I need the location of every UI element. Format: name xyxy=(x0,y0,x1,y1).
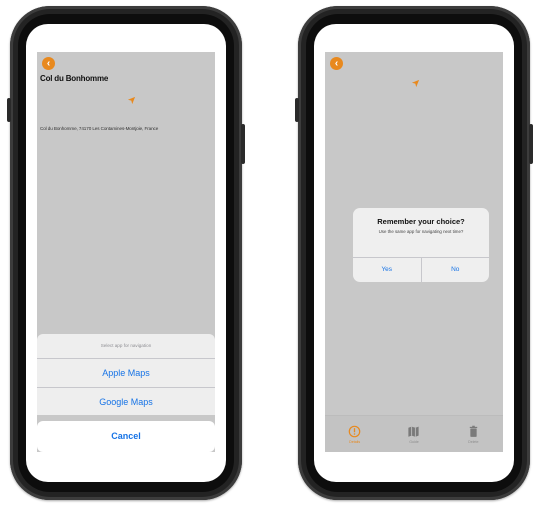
tab-bar: Details Guide Delete xyxy=(325,415,503,452)
back-button[interactable]: ‹ xyxy=(42,57,55,70)
power-button xyxy=(241,124,245,164)
action-sheet: Select app for navigation Apple Maps Goo… xyxy=(37,334,215,452)
place-detail-view: ‹ Remember your choice? Use the same app… xyxy=(325,52,503,452)
map-icon xyxy=(408,426,420,437)
tab-details[interactable]: Details xyxy=(325,416,384,452)
phone-left: ‹ Col du Bonhomme Col du Bonhomme, 74170… xyxy=(7,6,245,500)
tab-label: Guide xyxy=(409,439,419,444)
cancel-button[interactable]: Cancel xyxy=(37,421,215,452)
screen-left: ‹ Col du Bonhomme Col du Bonhomme, 74170… xyxy=(26,24,226,482)
action-sheet-header: Select app for navigation xyxy=(37,334,215,359)
screen-right: ‹ Remember your choice? Use the same app… xyxy=(314,24,514,482)
alert-title: Remember your choice? xyxy=(377,217,465,226)
alert-buttons: Yes No xyxy=(353,257,489,282)
chevron-left-icon: ‹ xyxy=(334,58,339,69)
tab-label: Details xyxy=(349,439,361,444)
navigation-arrow-icon xyxy=(411,79,420,88)
navigation-arrow-icon xyxy=(127,96,136,105)
info-circle-icon xyxy=(348,425,361,437)
trash-icon xyxy=(469,425,478,437)
tab-label: Delete xyxy=(468,439,479,444)
google-maps-option[interactable]: Google Maps xyxy=(37,388,215,416)
place-detail-view: ‹ Col du Bonhomme Col du Bonhomme, 74170… xyxy=(37,52,215,452)
volume-button xyxy=(295,98,299,122)
remember-choice-alert: Remember your choice? Use the same app f… xyxy=(353,208,489,282)
tab-delete[interactable]: Delete xyxy=(444,416,503,452)
yes-button[interactable]: Yes xyxy=(353,258,422,282)
tab-guide[interactable]: Guide xyxy=(384,416,443,452)
back-button[interactable]: ‹ xyxy=(330,57,343,70)
no-button[interactable]: No xyxy=(422,258,490,282)
apple-maps-option[interactable]: Apple Maps xyxy=(37,359,215,388)
volume-button xyxy=(7,98,11,122)
chevron-left-icon: ‹ xyxy=(46,58,51,69)
power-button xyxy=(529,124,533,164)
place-title: Col du Bonhomme xyxy=(40,74,109,83)
phone-right: ‹ Remember your choice? Use the same app… xyxy=(295,6,533,500)
place-address: Col du Bonhomme, 74170 Les Contamines-Mo… xyxy=(40,126,159,131)
action-sheet-options: Select app for navigation Apple Maps Goo… xyxy=(37,334,215,415)
alert-message: Use the same app for navigating next tim… xyxy=(378,229,464,234)
